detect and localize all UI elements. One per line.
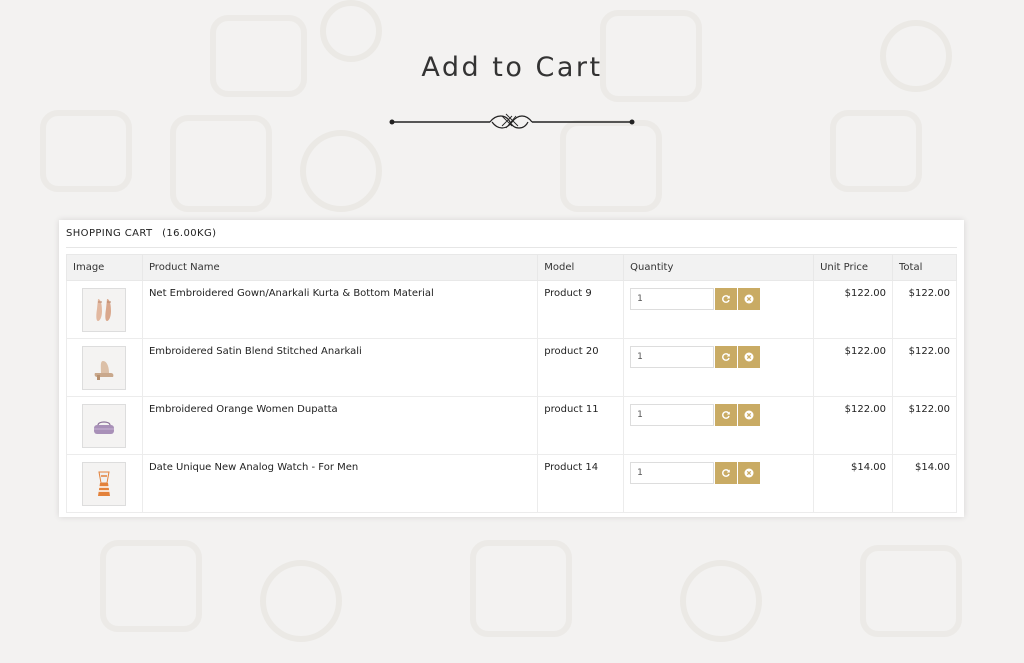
table-row: Net Embroidered Gown/Anarkali Kurta & Bo… <box>66 280 957 339</box>
remove-item-button[interactable] <box>738 288 761 310</box>
product-model-cell: Product 9 <box>537 280 625 339</box>
product-quantity-cell <box>623 338 815 397</box>
cart-table: Image Product Name Model Quantity Unit P… <box>66 254 957 513</box>
sandal-icon <box>95 361 114 380</box>
quantity-input[interactable] <box>630 462 715 484</box>
quantity-input[interactable] <box>630 404 715 426</box>
update-quantity-button[interactable] <box>715 404 738 426</box>
product-thumbnail[interactable] <box>82 288 127 332</box>
product-image-cell <box>66 338 143 397</box>
product-image-cell <box>66 396 143 455</box>
column-header-product-name: Product Name <box>141 254 539 281</box>
remove-circle-icon <box>744 294 754 304</box>
column-header-quantity: Quantity <box>623 254 815 281</box>
remove-item-button[interactable] <box>738 404 761 426</box>
product-quantity-cell <box>623 396 815 455</box>
refresh-icon <box>722 411 730 419</box>
table-row: Date Unique New Analog Watch - For Men P… <box>66 454 957 513</box>
product-image-cell <box>66 454 143 513</box>
unit-price-cell: $14.00 <box>813 454 893 513</box>
shopping-cart-panel: SHOPPING CART (16.00KG) Image Product Na… <box>59 220 964 517</box>
product-name-cell[interactable]: Net Embroidered Gown/Anarkali Kurta & Bo… <box>141 280 539 339</box>
product-thumbnail[interactable] <box>82 346 127 390</box>
remove-circle-icon <box>744 410 754 420</box>
cart-heading-label: SHOPPING CART <box>66 228 153 239</box>
scarf-icon <box>98 471 111 496</box>
table-row: Embroidered Satin Blend Stitched Anarkal… <box>66 338 957 397</box>
refresh-icon <box>722 295 730 303</box>
unit-price-cell: $122.00 <box>813 396 893 455</box>
title-divider-ornament <box>389 113 635 129</box>
column-header-total: Total <box>892 254 957 281</box>
remove-item-button[interactable] <box>738 462 761 484</box>
cart-heading: SHOPPING CART (16.00KG) <box>66 228 216 239</box>
product-thumbnail[interactable] <box>82 404 127 448</box>
cart-weight: (16.00KG) <box>162 228 217 239</box>
quantity-input[interactable] <box>630 346 715 368</box>
quantity-input[interactable] <box>630 288 715 310</box>
unit-price-cell: $122.00 <box>813 280 893 339</box>
cart-table-header: Image Product Name Model Quantity Unit P… <box>66 254 957 281</box>
remove-circle-icon <box>744 352 754 362</box>
remove-item-button[interactable] <box>738 346 761 368</box>
product-name-cell[interactable]: Embroidered Satin Blend Stitched Anarkal… <box>141 338 539 397</box>
unit-price-cell: $122.00 <box>813 338 893 397</box>
product-quantity-cell <box>623 280 815 339</box>
product-model-cell: product 20 <box>537 338 625 397</box>
update-quantity-button[interactable] <box>715 346 738 368</box>
total-price-cell: $122.00 <box>892 338 957 397</box>
page-title: Add to Cart <box>421 52 603 83</box>
product-model-cell: Product 14 <box>537 454 625 513</box>
product-thumbnail[interactable] <box>82 462 127 506</box>
refresh-icon <box>722 353 730 361</box>
column-header-image: Image <box>66 254 143 281</box>
refresh-icon <box>722 469 730 477</box>
remove-circle-icon <box>744 468 754 478</box>
product-image-cell <box>66 280 143 339</box>
product-name-cell[interactable]: Date Unique New Analog Watch - For Men <box>141 454 539 513</box>
column-header-model: Model <box>537 254 625 281</box>
total-price-cell: $122.00 <box>892 396 957 455</box>
update-quantity-button[interactable] <box>715 288 738 310</box>
total-price-cell: $14.00 <box>892 454 957 513</box>
update-quantity-button[interactable] <box>715 462 738 484</box>
column-header-unit-price: Unit Price <box>813 254 893 281</box>
table-row: Embroidered Orange Women Dupatta product… <box>66 396 957 455</box>
heading-divider <box>66 247 957 248</box>
total-price-cell: $122.00 <box>892 280 957 339</box>
product-quantity-cell <box>623 454 815 513</box>
product-model-cell: product 11 <box>537 396 625 455</box>
purse-icon <box>94 421 115 434</box>
product-name-cell[interactable]: Embroidered Orange Women Dupatta <box>141 396 539 455</box>
heels-icon <box>96 299 112 321</box>
